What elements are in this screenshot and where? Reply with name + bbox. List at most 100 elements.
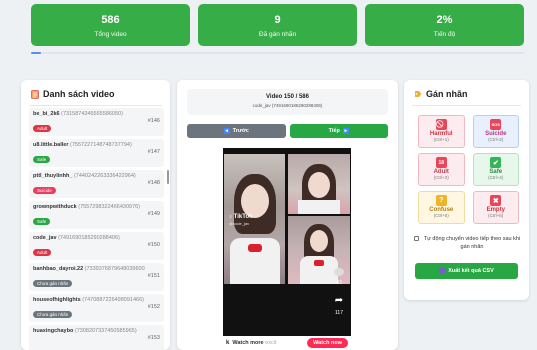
auto-next-option[interactable]: Tự động chuyển video tiếp theo sau khi g…	[414, 235, 521, 251]
divider	[412, 105, 521, 106]
watch-more-faded: excit	[265, 340, 277, 346]
video-user: grownpwithduck	[33, 204, 77, 210]
video-index: #151	[147, 273, 160, 279]
export-label: Xuất kết quả CSV	[448, 268, 494, 274]
face-shape	[241, 184, 269, 218]
video-user: huaxingchaybo	[33, 328, 74, 334]
label-button-empty[interactable]: ✖ Empty (Ctrl+6)	[472, 191, 519, 224]
labeling-title: Gán nhãn	[426, 89, 468, 99]
tiktok-logo-icon: ♪	[229, 214, 232, 220]
like-icon[interactable]	[334, 268, 344, 278]
video-name: huaxingchaybo (7308207337450585965)	[33, 328, 145, 334]
watch-now-button[interactable]: Watch now	[307, 338, 348, 348]
video-name: code_jav (7491690185290288406)	[33, 235, 145, 241]
video-item-id: (7308207337450585965)	[74, 328, 137, 334]
video-counter: Video 150 / 586	[266, 94, 309, 100]
label-badge: Suicide	[33, 187, 56, 194]
video-info-header: Video 150 / 586 code_jav (74916901852902…	[187, 89, 388, 115]
auto-next-checkbox[interactable]	[414, 236, 419, 241]
video-viewer-panel: Video 150 / 586 code_jav (74916901852902…	[177, 80, 398, 350]
like-count: 43	[336, 280, 342, 286]
stat-labeled: 9 Đã gán nhãn	[198, 4, 357, 46]
label-button-suicide[interactable]: SOS Suicide (Ctrl+2)	[472, 115, 519, 148]
video-list-item[interactable]: code_jav (7491690185290288406) Adult #150	[29, 232, 164, 260]
video-name: pttl_thuylinhh_ (7440242263336422964)	[33, 173, 145, 179]
label-button-confuse[interactable]: ? Confuse (Ctrl+5)	[418, 191, 465, 224]
stat-label: Tiến độ	[433, 31, 456, 38]
label-button-harmful[interactable]: ⃠Harmful(Ctrl+1)	[418, 115, 465, 148]
export-csv-button[interactable]: Xuất kết quả CSV	[415, 263, 518, 279]
label-badge: Chưa gán nhãn	[33, 280, 73, 287]
progress-bar	[31, 52, 524, 54]
label-shortcut: (Ctrl+3)	[433, 175, 449, 180]
tiktok-watermark: ♪ TikTok @code_jav	[229, 214, 252, 226]
prohibited-icon: ⃠	[435, 119, 447, 130]
video-list-item[interactable]: u8.little.baller (7557227148748737794) Sa…	[29, 139, 164, 167]
next-button[interactable]: Tiếp ▸	[289, 124, 388, 138]
video-list-panel: Danh sách video be_bi_2k6 (7315874345565…	[21, 80, 170, 350]
video-list-item[interactable]: banhbao_dayroi.22 (7339376879648039600) C…	[29, 263, 164, 291]
label-shortcut: (Ctrl+6)	[488, 213, 504, 218]
face-shape	[310, 230, 328, 252]
video-list-item[interactable]: grownpwithduck (7557298322466430976) Safe…	[29, 201, 164, 229]
share-icon[interactable]: ➦	[334, 295, 344, 306]
arrow-right-icon: ▸	[342, 128, 349, 134]
download-icon	[439, 268, 446, 274]
label-badge: Safe	[33, 218, 51, 225]
stat-value: 2%	[436, 14, 453, 26]
video-index: #150	[147, 242, 160, 248]
prev-label: Trước	[232, 128, 249, 134]
label-buttons-grid: ⃠Harmful(Ctrl+1)SOSSuicide(Ctrl+2)18Adul…	[418, 115, 519, 224]
confused-face-icon: ?	[435, 195, 447, 206]
watch-more-text: Watch more excit	[232, 340, 276, 346]
bow-shape	[314, 260, 324, 266]
video-index: #149	[147, 211, 160, 217]
share-count: 117	[335, 310, 343, 316]
watch-more-label: Watch more	[232, 340, 264, 346]
video-item-id: (7315874345565586050)	[61, 111, 123, 117]
video-list-item[interactable]: huaxingchaybo (7308207337450585965) #153	[29, 325, 164, 350]
label-shortcut: (Ctrl+4)	[488, 175, 504, 180]
label-shortcut: (Ctrl+2)	[488, 137, 504, 142]
video-id: code_jav (7491690185290288406)	[252, 103, 323, 108]
video-user: code_jav	[33, 235, 57, 241]
video-name: houseofhighlights (7470887226498091466)	[33, 297, 145, 303]
video-index: #152	[147, 304, 160, 310]
video-user: be_bi_2k6	[33, 111, 60, 117]
video-item-id: (7557227148748737794)	[70, 142, 132, 148]
video-list-item[interactable]: be_bi_2k6 (7315874345565586050) Adult #146	[29, 108, 164, 136]
arrow-left-icon: ◂	[223, 128, 230, 134]
stats-bar: 586 Tổng video 9 Đã gán nhãn 2% Tiến độ	[31, 4, 524, 46]
video-list-item[interactable]: pttl_thuylinhh_ (7440242263336422964) Sui…	[29, 170, 164, 198]
stat-progress: 2% Tiến độ	[365, 4, 524, 46]
video-cta-bar: k Watch more excit Watch now	[223, 336, 351, 350]
heart-icon	[334, 268, 344, 276]
video-list-header: Danh sách video	[21, 80, 170, 99]
video-item-id: (7470887226498091466)	[82, 297, 144, 303]
label-badge: Safe	[33, 156, 51, 163]
cross-icon: ✖	[490, 195, 502, 206]
sos-icon: SOS	[490, 119, 502, 130]
prev-button[interactable]: ◂ Trước	[187, 124, 286, 138]
video-item-id: (7440242263336422964)	[73, 173, 136, 179]
no-under-18-icon: 18	[435, 157, 447, 168]
video-frame-top-right	[288, 154, 350, 214]
video-item-id: (7339376879648039600)	[84, 266, 145, 272]
label-button-adult[interactable]: 18 Adult (Ctrl+3)	[418, 153, 465, 186]
video-frame-main: ♪ TikTok @code_jav	[224, 154, 285, 284]
video-list-item[interactable]: houseofhighlights (7470887226498091466) C…	[29, 294, 164, 322]
video-index: #147	[147, 149, 160, 155]
video-name: banhbao_dayroi.22 (7339376879648039600)	[33, 266, 145, 272]
list-scrollbar[interactable]	[167, 170, 169, 184]
face-shape	[308, 172, 330, 198]
video-list-title: Danh sách video	[43, 89, 115, 99]
video-player[interactable]: ♪ TikTok @code_jav 43 ➦ 117 k Watch more…	[223, 148, 351, 350]
bow-shape	[248, 244, 262, 252]
video-user: houseofhighlights	[33, 297, 81, 303]
label-shortcut: (Ctrl+5)	[433, 213, 449, 218]
labeling-header: Gán nhãn	[404, 80, 529, 99]
label-button-safe[interactable]: ✔ Safe (Ctrl+4)	[472, 153, 519, 186]
stat-value: 9	[274, 14, 281, 26]
check-icon: ✔	[490, 157, 502, 168]
labeling-panel: Gán nhãn ⃠Harmful(Ctrl+1)SOSSuicide(Ctrl…	[404, 80, 529, 300]
